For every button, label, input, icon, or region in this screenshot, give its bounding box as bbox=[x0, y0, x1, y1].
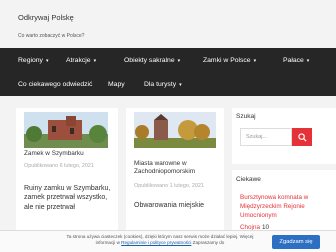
cookie-banner: Ta strona używa ciasteczek (cookies), dz… bbox=[0, 230, 336, 252]
cookie-text-after: Zapraszamy do bbox=[192, 240, 225, 246]
widget-title: Szukaj bbox=[236, 113, 256, 120]
nav-item-label: Dla turysty bbox=[144, 81, 177, 88]
privacy-policy-link[interactable]: Regulaminie i polityce prywatności bbox=[121, 240, 191, 245]
main-nav: Regiony ▾ Atrakcje ▾ Obiekty sakralne ▾ Zam… bbox=[0, 48, 336, 96]
content-area: Zamek w Szymbarku Opublikowano 6 lutego,… bbox=[8, 96, 336, 252]
chevron-down-icon: ▾ bbox=[179, 82, 182, 88]
post-thumbnail[interactable] bbox=[134, 112, 216, 148]
widget-title: Ciekawe bbox=[236, 176, 261, 183]
accept-cookies-button[interactable]: Zgadzam się bbox=[272, 235, 320, 249]
nav-item-mapy[interactable]: Mapy bbox=[108, 81, 125, 88]
nav-item-dla-turysty[interactable]: Dla turysty ▾ bbox=[144, 81, 182, 88]
chevron-down-icon: ▾ bbox=[93, 58, 97, 64]
post-thumbnail[interactable] bbox=[24, 112, 108, 148]
search-input[interactable]: Szukaj... bbox=[240, 128, 292, 146]
recent-link[interactable]: Bursztynowa komnata w Międzyrzeckim Rejo… bbox=[240, 194, 332, 220]
nav-item-label: Co ciekawego odwiedzić bbox=[18, 81, 93, 88]
post-excerpt: Ruiny zamku w Szymbarku, zamek przetrwał… bbox=[24, 185, 111, 211]
nav-item-obiekty-sakralne[interactable]: Obiekty sakralne ▾ bbox=[124, 57, 180, 64]
search-button[interactable] bbox=[292, 128, 312, 146]
post-excerpt: Obwarowania miejskie bbox=[134, 202, 205, 209]
nav-item-label: Zamki w Polsce bbox=[203, 57, 251, 64]
search-widget: Szukaj Szukaj... bbox=[232, 108, 336, 164]
post-title[interactable]: Zamek w Szymbarku bbox=[24, 150, 84, 158]
site-title[interactable]: Odkrywaj Polskę bbox=[18, 13, 74, 22]
post-meta: Opublikowano 1 lutego, 2021 bbox=[134, 183, 204, 189]
post-meta: Opublikowano 6 lutego, 2021 bbox=[24, 163, 94, 169]
post-title[interactable]: Miasta warowne w Zachodniopomorskim bbox=[134, 160, 216, 176]
chevron-down-icon: ▾ bbox=[253, 58, 257, 64]
nav-item-palace[interactable]: Pałace ▾ bbox=[283, 57, 309, 64]
search-icon bbox=[297, 132, 307, 142]
nav-item-co-ciekawego[interactable]: Co ciekawego odwiedzić bbox=[18, 81, 92, 88]
site-tagline: Co warto zobaczyć w Polsce? bbox=[18, 33, 85, 39]
nav-item-label: Mapy bbox=[108, 81, 125, 88]
site-header: Odkrywaj Polskę Co warto zobaczyć w Pols… bbox=[0, 0, 336, 48]
search-placeholder: Szukaj... bbox=[246, 134, 268, 140]
chevron-down-icon: ▾ bbox=[306, 58, 310, 64]
nav-item-regiony[interactable]: Regiony ▾ bbox=[18, 57, 48, 64]
cookie-text: Ta strona używa ciasteczek (cookies), dz… bbox=[60, 234, 260, 246]
nav-item-atrakcje[interactable]: Atrakcje ▾ bbox=[66, 57, 96, 64]
nav-item-label: Regiony bbox=[18, 57, 43, 64]
nav-item-label: Pałace bbox=[283, 57, 304, 64]
nav-item-label: Obiekty sakralne bbox=[124, 57, 175, 64]
chevron-down-icon: ▾ bbox=[45, 58, 49, 64]
nav-item-zamki[interactable]: Zamki w Polsce ▾ bbox=[203, 57, 256, 64]
nav-item-label: Atrakcje bbox=[66, 57, 91, 64]
chevron-down-icon: ▾ bbox=[177, 58, 181, 64]
